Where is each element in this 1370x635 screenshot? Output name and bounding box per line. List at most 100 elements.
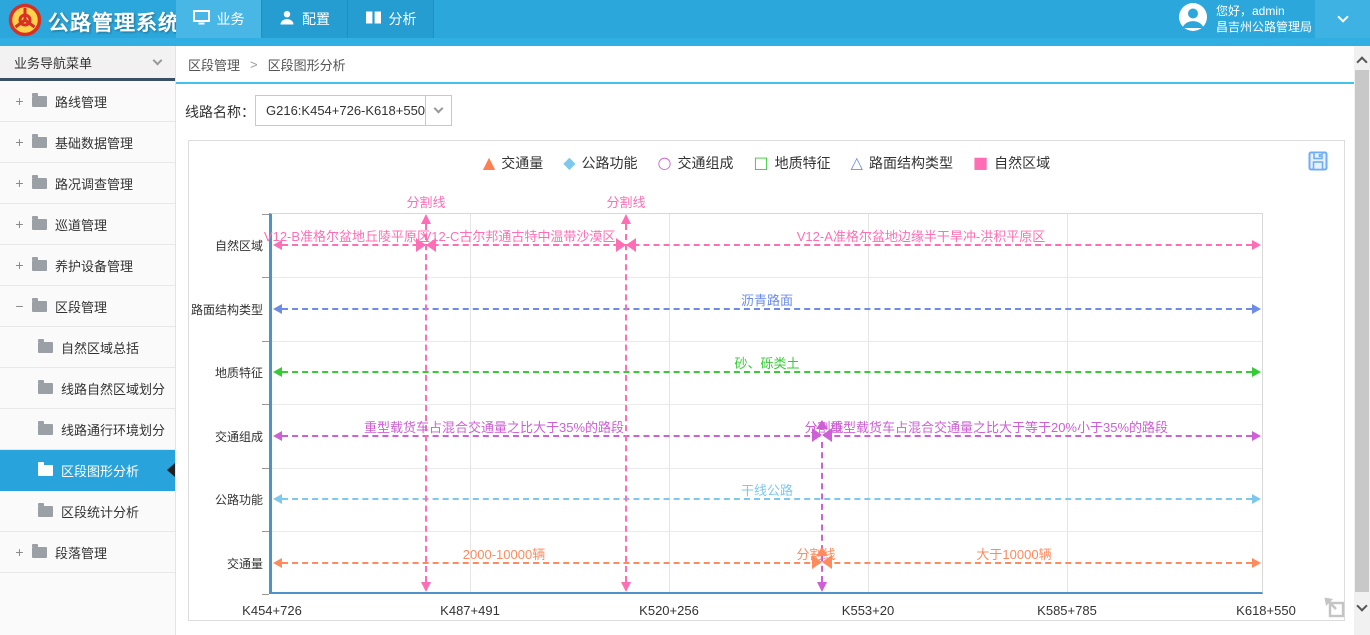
sidebar-header-label: 业务导航菜单	[14, 53, 92, 72]
divider-line	[425, 224, 427, 582]
sidebar-item-line-traffic-env-division[interactable]: 线路通行环境划分	[0, 409, 175, 450]
sidebar-item-base-data-management[interactable]: + 基础数据管理	[0, 122, 175, 163]
sidebar-item-line-natural-region-division[interactable]: 线路自然区域划分	[0, 368, 175, 409]
scroll-up-icon[interactable]	[1356, 56, 1367, 67]
row-label-geological-feature: 地质特征	[215, 364, 263, 381]
segment-label: 大于10000辆	[976, 544, 1051, 563]
segment-label: 重型载货车占混合交通量之比大于35%的路段	[364, 417, 624, 436]
row-label-pavement-structure-type: 路面结构类型	[191, 301, 263, 318]
avatar-icon	[1178, 2, 1208, 37]
diamond-filled-icon: ◆	[563, 155, 575, 171]
select-dropdown-button[interactable]	[425, 96, 451, 125]
popout-icon[interactable]	[1322, 595, 1348, 621]
legend-label: 自然区域	[994, 153, 1050, 173]
x-tick-label: K454+726	[242, 603, 302, 618]
line-name-select[interactable]: G216:K454+726-K618+550	[255, 95, 452, 126]
folder-icon	[38, 342, 53, 353]
sidebar-item-label: 线路通行环境划分	[61, 420, 165, 439]
tab-config[interactable]: 配置	[262, 0, 348, 38]
scroll-down-icon[interactable]	[1356, 600, 1367, 611]
segment-label: 重型载货车占混合交通量之比大于等于20%小于35%的路段	[830, 417, 1168, 436]
legend-item-pavement-structure-type: △ 路面结构类型	[851, 153, 953, 173]
folder-icon	[38, 383, 53, 394]
x-tick-label: K618+550	[1236, 603, 1296, 618]
collapse-icon[interactable]: −	[13, 298, 26, 314]
scrollbar-thumb[interactable]	[1355, 70, 1369, 592]
arrow-right-icon	[1252, 558, 1261, 568]
folder-icon	[32, 219, 47, 230]
sidebar-item-route-management[interactable]: + 路线管理	[0, 81, 175, 122]
gridline	[272, 404, 1262, 405]
chart-legend: ▲ 交通量 ◆ 公路功能 ○ 交通组成 □ 地质特征 △ 路面结构类型 ■ 自然…	[189, 153, 1344, 173]
gridline	[868, 214, 869, 592]
chevron-down-icon	[434, 104, 444, 114]
tab-analysis[interactable]: 分析	[348, 0, 434, 38]
expand-icon[interactable]: +	[13, 175, 26, 191]
x-tick-label: K553+20	[842, 603, 894, 618]
sidebar-item-section-statistics-analysis[interactable]: 区段统计分析	[0, 491, 175, 532]
sidebar-item-label: 养护设备管理	[55, 256, 133, 275]
arrow-down-icon	[817, 582, 827, 592]
sidebar-item-natural-region-summary[interactable]: 自然区域总括	[0, 327, 175, 368]
arrow-up-icon	[621, 214, 631, 224]
breadcrumb-section-graph-analysis: 区段图形分析	[268, 55, 346, 74]
legend-label: 地质特征	[775, 153, 831, 173]
arrow-down-icon	[621, 582, 631, 592]
axis-tick	[262, 214, 269, 215]
row-label-natural-region: 自然区域	[215, 237, 263, 254]
vertical-scrollbar[interactable]	[1354, 46, 1370, 635]
expand-icon[interactable]: +	[13, 544, 26, 560]
tab-business[interactable]: 业务	[176, 0, 262, 38]
monitor-icon	[193, 10, 210, 28]
user-menu-toggle[interactable]	[1315, 0, 1370, 38]
sidebar-item-paragraph-management[interactable]: + 段落管理	[0, 532, 175, 573]
square-outline-icon: □	[754, 155, 769, 171]
gridline	[1067, 214, 1068, 592]
sidebar-item-section-graph-analysis[interactable]: 区段图形分析	[0, 450, 175, 491]
expand-icon[interactable]: +	[13, 257, 26, 273]
sidebar-item-road-condition-survey[interactable]: + 路况调查管理	[0, 163, 175, 204]
legend-item-geological-feature: □ 地质特征	[754, 153, 831, 173]
user-info[interactable]: 您好，admin 昌吉州公路管理局	[1178, 0, 1312, 38]
chart-panel: ▲ 交通量 ◆ 公路功能 ○ 交通组成 □ 地质特征 △ 路面结构类型 ■ 自然…	[188, 140, 1345, 621]
tab-label: 分析	[389, 9, 417, 29]
row-label-traffic-composition: 交通组成	[215, 428, 263, 445]
sidebar-header[interactable]: 业务导航菜单	[0, 46, 175, 81]
x-tick-label: K585+785	[1037, 603, 1097, 618]
sidebar-item-label: 段落管理	[55, 543, 107, 562]
top-navbar: 公路管理系统 业务 配置	[0, 0, 1370, 46]
gridline	[272, 341, 1262, 342]
sidebar-item-maintenance-equipment[interactable]: + 养护设备管理	[0, 245, 175, 286]
folder-icon	[32, 96, 47, 107]
filter-row: 线路名称： G216:K454+726-K618+550	[176, 84, 1354, 140]
gridline	[272, 531, 1262, 532]
legend-item-traffic-composition: ○ 交通组成	[658, 153, 734, 173]
chevron-down-icon	[1337, 11, 1348, 22]
x-tick-label: K487+491	[440, 603, 500, 618]
segment-label: 沥青路面	[741, 290, 793, 309]
user-greeting: 您好，admin	[1216, 3, 1312, 19]
sidebar-item-section-management[interactable]: − 区段管理	[0, 286, 175, 327]
segment-label: V12-B准格尔盆地丘陵平原区	[264, 226, 430, 245]
arrow-left-icon	[273, 494, 282, 504]
arrow-right-icon	[1252, 367, 1261, 377]
divider-marker	[626, 238, 636, 252]
arrow-left-icon	[273, 367, 282, 377]
sidebar-item-label: 巡道管理	[55, 215, 107, 234]
expand-icon[interactable]: +	[13, 216, 26, 232]
sidebar-item-label: 基础数据管理	[55, 133, 133, 152]
legend-item-traffic-volume: ▲ 交通量	[483, 153, 543, 173]
axis-tick	[262, 404, 269, 405]
save-icon[interactable]	[1308, 151, 1328, 171]
expand-icon[interactable]: +	[13, 134, 26, 150]
expand-icon[interactable]: +	[13, 93, 26, 109]
circle-outline-icon: ○	[658, 155, 672, 171]
divider-label: 分割线	[406, 192, 445, 211]
breadcrumb-section-management[interactable]: 区段管理	[188, 55, 240, 74]
breadcrumb: 区段管理 > 区段图形分析	[176, 46, 1354, 84]
divider-label: 分割线	[606, 192, 645, 211]
user-icon	[279, 10, 295, 28]
chart-plot-area: 分割线 分割线 V12-B准格尔盆地丘陵平原区 V12-C古尔邦通古特中温带沙漠…	[269, 213, 1263, 594]
legend-item-highway-function: ◆ 公路功能	[563, 153, 637, 173]
sidebar-item-patrol-management[interactable]: + 巡道管理	[0, 204, 175, 245]
